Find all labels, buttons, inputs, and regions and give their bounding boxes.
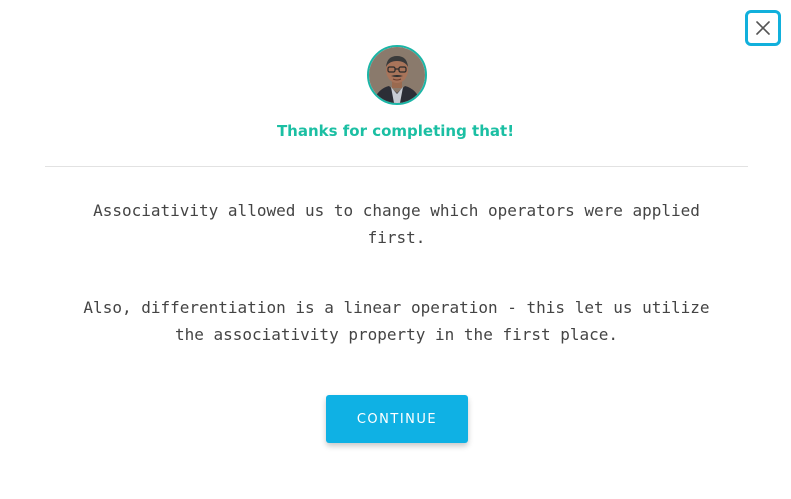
completion-dialog: Thanks for completing that! Associativit… bbox=[0, 0, 791, 499]
continue-button[interactable]: CONTINUE bbox=[326, 395, 468, 443]
explanation-paragraph-1: Associativity allowed us to change which… bbox=[93, 201, 700, 247]
completion-headline: Thanks for completing that! bbox=[276, 122, 515, 140]
close-icon bbox=[755, 20, 771, 36]
explanation-paragraph-2: Also, differentiation is a linear operat… bbox=[83, 298, 710, 344]
close-button[interactable] bbox=[745, 10, 781, 46]
instructor-avatar bbox=[367, 45, 427, 105]
divider bbox=[45, 166, 748, 167]
